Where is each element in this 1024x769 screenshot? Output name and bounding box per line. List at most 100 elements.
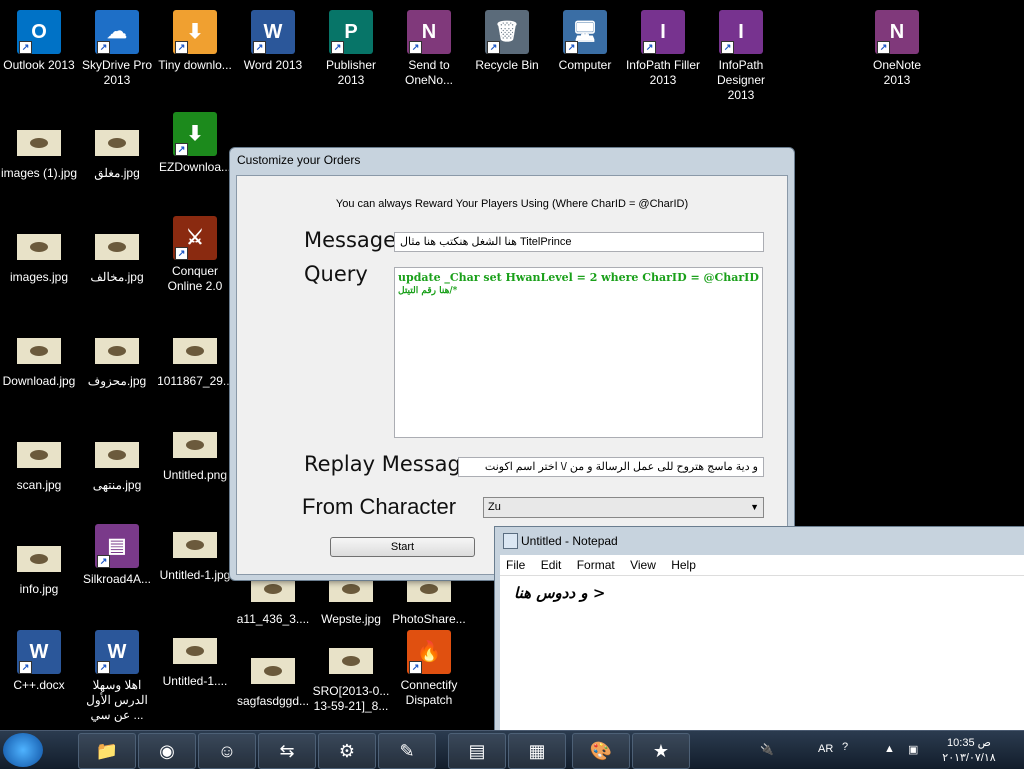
shortcut-arrow-icon: ↗ xyxy=(175,143,188,156)
image-thumbnail-icon xyxy=(173,532,217,558)
desktop-icon-label: OneNote 2013 xyxy=(872,58,922,87)
usb-icon[interactable]: 🔌 xyxy=(760,743,774,756)
image-thumbnail-icon xyxy=(95,442,139,468)
desktop-icon[interactable]: ⬇ ↗ Tiny downlo... xyxy=(156,10,234,73)
game-icon[interactable]: ★ xyxy=(632,733,690,769)
shortcut-arrow-icon: ↗ xyxy=(877,41,890,54)
shortcut-arrow-icon: ↗ xyxy=(175,247,188,260)
shortcut-arrow-icon: ↗ xyxy=(409,41,422,54)
message-input[interactable]: هنا الشغل هنكتب هنا مثال TitelPrince xyxy=(394,232,764,252)
desktop-icon-label: Word 2013 xyxy=(243,58,303,72)
desktop-icon[interactable]: N ↗ OneNote 2013 xyxy=(858,10,936,88)
desktop-icon-label: Untitled-1.jpg xyxy=(159,568,231,582)
replay-message-input[interactable]: و دية ماسج هتروح للى عمل الرسالة و من /\… xyxy=(458,457,764,477)
desktop-icon[interactable]: محزوف.jpg xyxy=(78,330,156,389)
desktop-icon[interactable]: ☁ ↗ SkyDrive Pro 2013 xyxy=(78,10,156,88)
explorer-icon[interactable]: 📁 xyxy=(78,733,136,769)
chrome-icon[interactable]: ◉ xyxy=(138,733,196,769)
desktop-icon[interactable]: Untitled.png xyxy=(156,424,234,483)
desktop-icon-label: 1011867_29... xyxy=(157,374,233,388)
notepad-window: Untitled - Notepad File Edit Format View… xyxy=(494,526,1024,733)
shortcut-arrow-icon: ↗ xyxy=(565,41,578,54)
start-button[interactable]: Start xyxy=(330,537,475,557)
replay-message-label: Replay Message xyxy=(304,452,474,476)
from-character-select[interactable]: Zu ▼ xyxy=(483,497,764,518)
desktop-icon-label: Tiny downlo... xyxy=(158,58,232,72)
clock-time[interactable]: 10:35 ص xyxy=(934,736,1004,749)
desktop-icon[interactable]: ▤ ↗ Silkroad4A... xyxy=(78,524,156,587)
desktop-icon[interactable]: ⬇ ↗ EZDownloa... xyxy=(156,112,234,175)
message-label: Message xyxy=(304,228,397,252)
language-indicator[interactable]: AR xyxy=(818,743,833,755)
notepad-editor[interactable]: و ددوس هنا > xyxy=(500,576,1024,732)
desktop-icon[interactable]: Download.jpg xyxy=(0,330,78,389)
help-icon[interactable]: ? xyxy=(842,741,848,753)
desktop-icon-label: Send to OneNo... xyxy=(404,58,454,87)
menu-file[interactable]: File xyxy=(500,555,531,575)
notepad-task-icon[interactable]: ▦ xyxy=(508,733,566,769)
desktop-icon-label: اهلا وسهلا الدرس الأول عن سي ... xyxy=(86,678,148,722)
desktop-icon[interactable]: منتهى.jpg xyxy=(78,434,156,493)
desktop-icon[interactable]: W ↗ Word 2013 xyxy=(234,10,312,73)
image-thumbnail-icon xyxy=(95,234,139,260)
desktop-icon[interactable]: Untitled-1.jpg xyxy=(156,524,234,583)
start-button[interactable] xyxy=(3,733,43,767)
desktop-icon[interactable]: P ↗ Publisher 2013 xyxy=(312,10,390,88)
desktop-icon[interactable]: info.jpg xyxy=(0,538,78,597)
desktop-icon[interactable]: مخالف.jpg xyxy=(78,226,156,285)
image-thumbnail-icon xyxy=(95,338,139,364)
desktop-icon[interactable]: images (1).jpg xyxy=(0,122,78,181)
query-textarea[interactable]: update _Char set HwanLevel = 2 where Cha… xyxy=(394,267,763,438)
messenger-icon[interactable]: ☺ xyxy=(198,733,256,769)
desktop-icon[interactable]: ⚔ ↗ Conquer Online 2.0 xyxy=(156,216,234,294)
desktop-icon[interactable]: W ↗ C++.docx xyxy=(0,630,78,693)
menu-format[interactable]: Format xyxy=(571,555,621,575)
desktop-icon[interactable]: مغلق.jpg xyxy=(78,122,156,181)
notepad-icon xyxy=(503,533,518,549)
hint-text: You can always Reward Your Players Using… xyxy=(335,198,689,210)
desktop-icon[interactable]: sagfasdggd... xyxy=(234,650,312,709)
desktop-icon-label: محزوف.jpg xyxy=(87,374,147,388)
image-thumbnail-icon xyxy=(95,130,139,156)
menu-view[interactable]: View xyxy=(624,555,662,575)
desktop-icon[interactable]: 🔥 ↗ Connectify Dispatch xyxy=(390,630,468,708)
teamviewer-icon[interactable]: ⇆ xyxy=(258,733,316,769)
paint-icon[interactable]: 🎨 xyxy=(572,733,630,769)
desktop-icon[interactable]: O ↗ Outlook 2013 xyxy=(0,10,78,73)
image-thumbnail-icon xyxy=(17,546,61,572)
desktop-icon-label: sagfasdggd... xyxy=(236,694,310,708)
notepad-text: و ددوس هنا > xyxy=(514,584,606,602)
shortcut-arrow-icon: ↗ xyxy=(175,41,188,54)
desktop-icon-label: Connectify Dispatch xyxy=(400,678,458,707)
desktop-icon[interactable]: I ↗ InfoPath Filler 2013 xyxy=(624,10,702,88)
desktop-icon[interactable]: 🗑 ↗ Recycle Bin xyxy=(468,10,546,73)
desktop-icon[interactable]: W ↗ اهلا وسهلا الدرس الأول عن سي ... xyxy=(78,630,156,723)
app-icon: W ↗ xyxy=(95,630,139,674)
desktop-icon[interactable]: 🖥 ↗ Computer xyxy=(546,10,624,73)
desktop-icon[interactable]: scan.jpg xyxy=(0,434,78,493)
desktop-icon[interactable]: images.jpg xyxy=(0,226,78,285)
shortcut-arrow-icon: ↗ xyxy=(253,41,266,54)
desktop-icon-label: منتهى.jpg xyxy=(92,478,142,492)
app-icon: P ↗ xyxy=(329,10,373,54)
edit-app-icon[interactable]: ✎ xyxy=(378,733,436,769)
window-client: You can always Reward Your Players Using… xyxy=(236,175,788,575)
desktop-icon[interactable]: SRO[2013-0... 13-59-21]_8... xyxy=(312,640,390,714)
menu-help[interactable]: Help xyxy=(665,555,702,575)
settings-app-icon[interactable]: ⚙ xyxy=(318,733,376,769)
desktop-icon-label: images (1).jpg xyxy=(0,166,78,180)
desktop-icon[interactable]: I ↗ InfoPath Designer 2013 xyxy=(702,10,780,103)
winrar-icon[interactable]: ▤ xyxy=(448,733,506,769)
image-thumbnail-icon xyxy=(173,338,217,364)
desktop-icon[interactable]: N ↗ Send to OneNo... xyxy=(390,10,468,88)
desktop-icon-label: EZDownloa... xyxy=(158,160,232,174)
app-icon: I ↗ xyxy=(641,10,685,54)
desktop-icon[interactable]: 1011867_29... xyxy=(156,330,234,389)
desktop-icon-label: مخالف.jpg xyxy=(90,270,144,284)
app-icon: N ↗ xyxy=(875,10,919,54)
clock-date[interactable]: ٢٠١٣/٠٧/١٨ xyxy=(934,751,1004,764)
show-hidden-icon[interactable]: ▲ xyxy=(884,743,895,755)
menu-edit[interactable]: Edit xyxy=(535,555,568,575)
network-icon[interactable]: ▣ xyxy=(908,743,918,756)
desktop-icon[interactable]: Untitled-1.... xyxy=(156,630,234,689)
